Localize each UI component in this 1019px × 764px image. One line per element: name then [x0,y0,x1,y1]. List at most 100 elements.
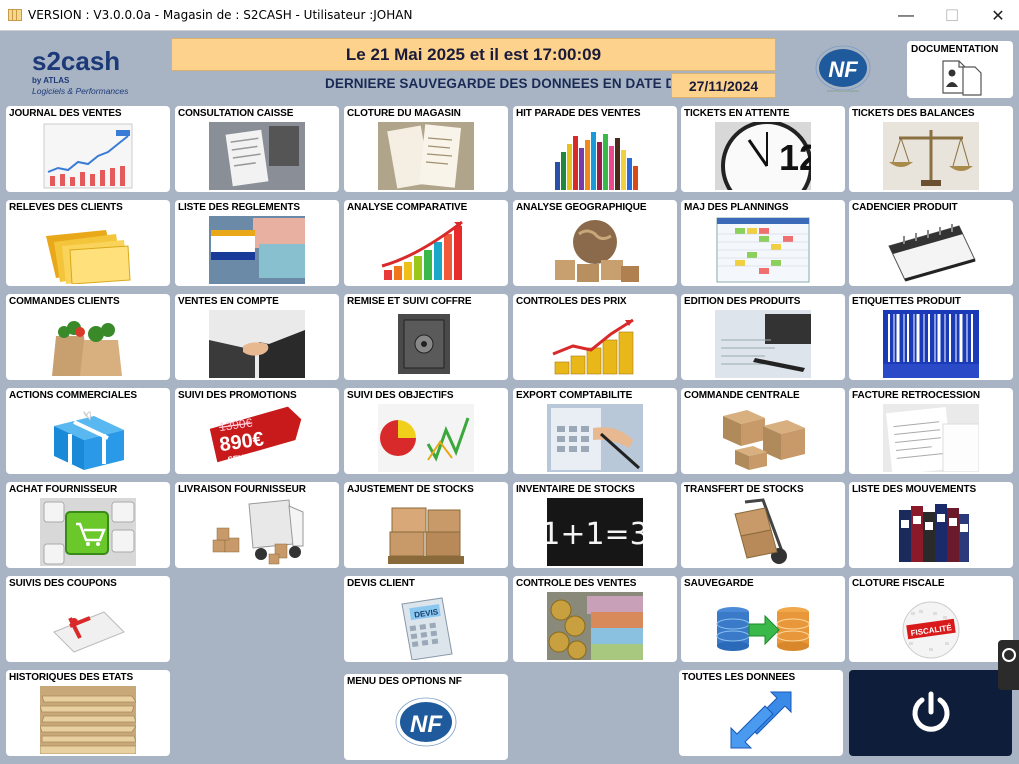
tile-commande-centrale[interactable]: COMMANDE CENTRALE [681,388,845,474]
datetime-text: Le 21 Mai 2025 et il est 17:00:09 [345,44,602,64]
binders-icon [899,504,969,562]
tile-label: MAJ DES PLANNINGS [684,202,789,213]
devis-calculator-icon: DEVIS [401,597,453,660]
backup-date: 27/11/2024 [671,73,776,98]
app-icon [8,9,22,21]
tile-label: REMISE ET SUIVI COFFRE [347,296,472,307]
tile-ventes-compte[interactable]: VENTES EN COMPTE [175,294,339,380]
tile-label: COMMANDE CENTRALE [684,390,800,401]
window-title: VERSION : V3.0.0.0a - Magasin de : S2CAS… [28,8,413,22]
shopping-key-icon [40,498,136,566]
gift-box-icon [54,411,124,470]
tile-label: TRANSFERT DE STOCKS [684,484,804,495]
tile-label: TICKETS EN ATTENTE [684,108,790,119]
tile-remise-coffre[interactable]: REMISE ET SUIVI COFFRE [344,294,508,380]
tile-releves-clients[interactable]: RELEVES DES CLIENTS [6,200,170,286]
maximize-button[interactable]: ☐ [929,0,975,31]
tile-facture-retrocession[interactable]: FACTURE RETROCESSION [849,388,1013,474]
tile-label: COMMANDES CLIENTS [9,296,120,307]
calendar-icon [888,224,976,282]
tile-label: TICKETS DES BALANCES [852,108,975,119]
calculator-pen-icon [547,404,643,472]
tile-cloture-fiscale[interactable]: CLOTURE FISCALE FISCALITÉ [849,576,1013,662]
tile-historiques-etats[interactable]: HISTORIQUES DES ETATS [6,670,170,756]
tile-analyse-comparative[interactable]: ANALYSE COMPARATIVE [344,200,508,286]
close-button[interactable]: ✕ [975,0,1019,31]
sales-chart-icon [43,123,133,189]
tile-devis-client[interactable]: DEVIS CLIENT DEVIS [344,576,508,662]
tile-livraison-fournisseur[interactable]: LIVRAISON FOURNISSEUR [175,482,339,568]
tile-controles-prix[interactable]: CONTROLES DES PRIX [513,294,677,380]
tile-label: ACHAT FOURNISSEUR [9,484,118,495]
database-sync-icon [716,607,810,651]
tile-inventaire-stocks[interactable]: INVENTAIRE DE STOCKS 1+1=3 [513,482,677,568]
tile-journal-ventes[interactable]: JOURNAL DES VENTES [6,106,170,192]
tile-transfert-stocks[interactable]: TRANSFERT DE STOCKS [681,482,845,568]
tile-hit-parade[interactable]: HIT PARADE DES VENTES [513,106,677,192]
tile-label: AJUSTEMENT DE STOCKS [347,484,474,495]
tile-cadencier-produit[interactable]: CADENCIER PRODUIT [849,200,1013,286]
tile-label: SUIVIS DES COUPONS [9,578,117,589]
tile-liste-mouvements[interactable]: LISTE DES MOUVEMENTS [849,482,1013,568]
pencils-icon [555,132,638,190]
nf-top-mark: NF [828,57,858,82]
tile-commandes-clients[interactable]: COMMANDES CLIENTS [6,294,170,380]
nf-logo-icon: NF [395,697,457,747]
tile-liste-reglements[interactable]: LISTE DES REGLEMENTS [175,200,339,286]
handshake-icon [209,310,305,378]
logo-brand: s2cash [32,46,120,76]
tile-label: RELEVES DES CLIENTS [9,202,123,213]
tile-label: CONTROLES DES PRIX [516,296,627,307]
tile-label: VENTES EN COMPTE [178,296,279,307]
tile-achat-fournisseur[interactable]: ACHAT FOURNISSEUR [6,482,170,568]
tile-consultation-caisse[interactable]: CONSULTATION CAISSE [175,106,339,192]
pallet-boxes-icon [388,507,464,564]
side-panel-tab[interactable] [998,640,1019,690]
tile-edition-produits[interactable]: EDITION DES PRODUITS [681,294,845,380]
tile-toutes-donnees[interactable]: TOUTES LES DONNEES [679,670,843,756]
tile-label: LIVRAISON FOURNISSEUR [178,484,306,495]
tile-label: JOURNAL DES VENTES [9,108,122,119]
tile-cloture-magasin[interactable]: CLOTURE DU MAGASIN [344,106,508,192]
tile-etiquettes-produit[interactable]: ETIQUETTES PRODUIT [849,294,1013,380]
power-button[interactable] [849,670,1012,756]
s2cash-logo: s2cash by ATLAS Logiciels & Performances [32,46,129,96]
documentation-icon [942,60,982,96]
tile-tickets-attente[interactable]: TICKETS EN ATTENTE 12 [681,106,845,192]
paper-stack-icon [40,686,136,754]
tile-suivi-promotions[interactable]: SUIVI DES PROMOTIONS 1390€ 890€ SEULEMEN… [175,388,339,474]
tile-ajustement-stocks[interactable]: AJUSTEMENT DE STOCKS [344,482,508,568]
coins-growth-icon [552,318,634,375]
tile-export-comptabilite[interactable]: EXPORT COMPTABILITE [513,388,677,474]
tile-menu-options-nf[interactable]: MENU DES OPTIONS NF NF [344,674,508,760]
sync-arrows-icon [730,691,792,749]
tile-label: SUIVI DES PROMOTIONS [178,390,297,401]
nf-tile-mark: NF [410,711,443,738]
tile-label: ETIQUETTES PRODUIT [852,296,961,307]
tile-tickets-balances[interactable]: TICKETS DES BALANCES [849,106,1013,192]
tile-label: HISTORIQUES DES ETATS [9,672,134,683]
tile-label: EXPORT COMPTABILITE [516,390,633,401]
tile-maj-plannings[interactable]: MAJ DES PLANNINGS [681,200,845,286]
window-titlebar: VERSION : V3.0.0.0a - Magasin de : S2CAS… [0,0,1019,31]
tile-analyse-geographique[interactable]: ANALYSE GEOGRAPHIQUE [513,200,677,286]
tile-label: CADENCIER PRODUIT [852,202,958,213]
backup-label: DERNIERE SAUVEGARDE DES DONNEES EN DATE … [325,76,686,91]
delivery-truck-icon [212,499,304,565]
invoice-icon [883,404,979,472]
objectives-chart-icon [378,404,474,472]
tile-controle-ventes[interactable]: CONTROLE DES VENTES [513,576,677,662]
documentation-button[interactable]: DOCUMENTATION [907,41,1013,98]
tile-label: CONSULTATION CAISSE [178,108,294,119]
nf-certification-logo: NF [815,45,871,92]
logo-sub2: Logiciels & Performances [32,86,129,96]
tile-label: TOUTES LES DONNEES [682,672,796,683]
tile-actions-commerciales[interactable]: ACTIONS COMMERCIALES [6,388,170,474]
tile-label: HIT PARADE DES VENTES [516,108,641,119]
tile-suivis-coupons[interactable]: SUIVIS DES COUPONS [6,576,170,662]
tile-suivi-objectifs[interactable]: SUIVI DES OBJECTIFS [344,388,508,474]
coupon-icon [53,611,125,653]
tile-sauvegarde[interactable]: SAUVEGARDE [681,576,845,662]
logo-sub1: by ATLAS [32,76,70,85]
minimize-button[interactable]: — [883,0,929,31]
